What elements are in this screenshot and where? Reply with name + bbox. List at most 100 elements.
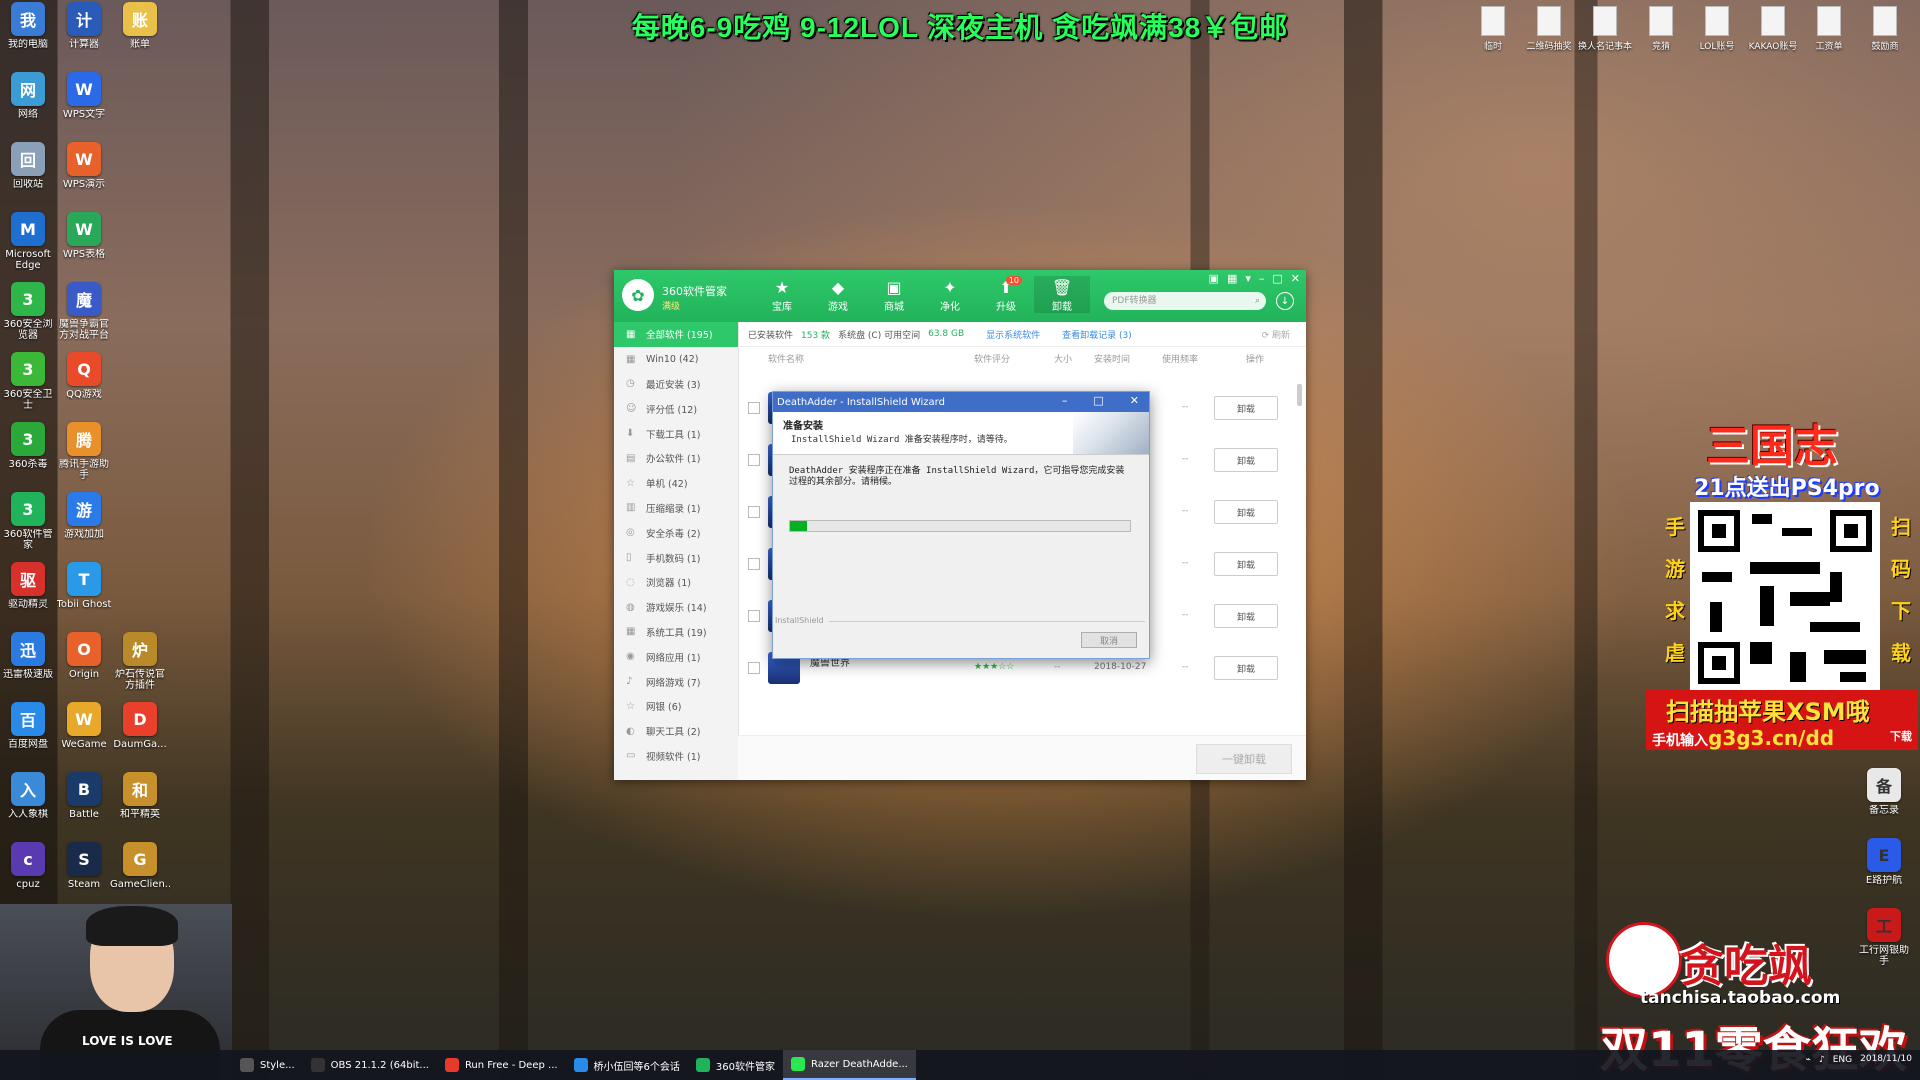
uninstall-button[interactable]: 卸载 <box>1214 656 1278 680</box>
desktop-icon[interactable]: 3 360软件管家 <box>0 492 56 562</box>
desktop-icon[interactable]: 账账单 <box>112 2 168 72</box>
uninstall-button[interactable]: 卸载 <box>1214 500 1278 524</box>
volume-tray-icon[interactable]: ♪ <box>1819 1055 1825 1065</box>
apps-icon[interactable]: ▦ <box>1227 272 1237 285</box>
download-icon[interactable]: ↓ <box>1276 292 1294 310</box>
skin-icon[interactable]: ▣ <box>1209 272 1219 285</box>
desktop-icon[interactable]: W WeGame <box>56 702 112 772</box>
column-header[interactable]: 软件评分 <box>974 352 1010 365</box>
desktop-icon[interactable]: 3 360安全浏览器 <box>0 282 56 352</box>
uninstall-history-link[interactable]: 查看卸载记录 (3) <box>1062 328 1132 341</box>
desktop-file[interactable]: 工资单 <box>1802 6 1856 52</box>
desktop-icon[interactable]: 腾腾讯手游助手 <box>56 422 112 492</box>
search-icon[interactable]: ⌕ <box>1255 292 1260 310</box>
show-system-software-link[interactable]: 显示系统软件 <box>986 328 1040 341</box>
column-header[interactable]: 操作 <box>1246 352 1264 365</box>
column-header[interactable]: 安装时间 <box>1094 352 1130 365</box>
sidebar-category[interactable]: ▦ Win10 (42) <box>614 347 738 372</box>
desktop-icon[interactable]: 魔魔兽争霸官方对战平台 <box>56 282 112 352</box>
desktop-icon[interactable]: O Origin <box>56 632 112 702</box>
menu-icon[interactable]: ▾ <box>1245 272 1251 285</box>
desktop-file[interactable]: 二维码抽奖 <box>1522 6 1576 52</box>
input-language[interactable]: ENG <box>1833 1055 1852 1065</box>
uninstall-button[interactable]: 卸载 <box>1214 448 1278 472</box>
cancel-button[interactable]: 取消 <box>1081 632 1137 648</box>
dialog-minimize-button[interactable]: – <box>1062 394 1068 407</box>
row-checkbox[interactable] <box>748 662 760 674</box>
list-scrollbar[interactable] <box>1297 384 1302 406</box>
refresh-button[interactable]: ⟳ 刷新 <box>1262 328 1290 341</box>
sidebar-category[interactable]: ◐ 聊天工具 (2) <box>614 719 738 744</box>
sidebar-category[interactable]: ▦ 系统工具 (19) <box>614 620 738 645</box>
desktop-icon[interactable]: c cpuz <box>0 842 56 912</box>
desktop-icon[interactable]: W WPS表格 <box>56 212 112 282</box>
sidebar-category[interactable]: ◎ 安全杀毒 (2) <box>614 520 738 545</box>
sidebar-category[interactable]: ▭ 视频软件 (1) <box>614 744 738 769</box>
desktop-icon[interactable]: 迅迅雷极速版 <box>0 632 56 702</box>
sidebar-category[interactable]: ☆ 单机 (42) <box>614 471 738 496</box>
sidebar-category[interactable]: ◉ 网络应用 (1) <box>614 644 738 669</box>
sidebar-category[interactable]: ▤ 办公软件 (1) <box>614 446 738 471</box>
uninstall-all-button[interactable]: 一键卸载 <box>1196 744 1292 774</box>
desktop-icon[interactable]: 回回收站 <box>0 142 56 212</box>
sidebar-category[interactable]: ◷ 最近安装 (3) <box>614 372 738 397</box>
tab-5[interactable]: 🗑 卸载 <box>1034 276 1090 313</box>
tab-0[interactable]: ★ 宝库 <box>754 276 810 314</box>
desktop-icon[interactable]: T Tobii Ghost <box>56 562 112 632</box>
column-header[interactable]: 大小 <box>1054 352 1072 365</box>
desktop-file[interactable]: 鼓励商 <box>1858 6 1912 52</box>
desktop-icon[interactable]: B Battle <box>56 772 112 842</box>
desktop-file[interactable]: LOL账号 <box>1690 6 1744 52</box>
search-input[interactable]: PDF转换器 ⌕ <box>1104 292 1266 310</box>
taskbar-app[interactable]: OBS 21.1.2 (64bit... <box>303 1050 437 1080</box>
desktop-icon[interactable]: 计计算器 <box>56 2 112 72</box>
sidebar-category[interactable]: ☆ 网银 (6) <box>614 694 738 719</box>
desktop-icon[interactable]: E E路护航 <box>1856 838 1912 908</box>
desktop-icon[interactable]: 和和平精英 <box>112 772 168 842</box>
desktop-icon[interactable]: W WPS演示 <box>56 142 112 212</box>
network-tray-icon[interactable]: ⌁ <box>1806 1055 1811 1065</box>
desktop-icon[interactable]: 3 360安全卫士 <box>0 352 56 422</box>
row-checkbox[interactable] <box>748 454 760 466</box>
row-checkbox[interactable] <box>748 506 760 518</box>
uninstall-button[interactable]: 卸载 <box>1214 604 1278 628</box>
dialog-close-button[interactable]: ✕ <box>1130 394 1139 407</box>
desktop-file[interactable]: 换人名记事本 <box>1578 6 1632 52</box>
desktop-file[interactable]: 临时 <box>1466 6 1520 52</box>
taskbar-app[interactable]: Razer DeathAdde... <box>783 1050 916 1080</box>
sidebar-category[interactable]: ◌ 浏览器 (1) <box>614 570 738 595</box>
taskbar-app[interactable]: Style... <box>232 1050 303 1080</box>
desktop-icon[interactable]: D DaumGa... <box>112 702 168 772</box>
desktop-icon[interactable]: 游游戏加加 <box>56 492 112 562</box>
desktop-file[interactable]: KAKAO账号 <box>1746 6 1800 52</box>
row-checkbox[interactable] <box>748 610 760 622</box>
desktop-icon[interactable]: G GameClien... <box>110 842 170 912</box>
minimize-button[interactable]: – <box>1259 272 1265 285</box>
row-checkbox[interactable] <box>748 558 760 570</box>
tab-2[interactable]: ▣ 商城 <box>866 276 922 314</box>
desktop-icon[interactable]: 炉炉石传说官方插件 <box>112 632 168 702</box>
sidebar-category[interactable]: ♪ 网络游戏 (7) <box>614 669 738 694</box>
tab-3[interactable]: ✦ 净化 <box>922 276 978 314</box>
desktop-icon[interactable]: 入入人象棋 <box>0 772 56 842</box>
desktop-icon[interactable]: 备备忘录 <box>1856 768 1912 838</box>
uninstall-button[interactable]: 卸载 <box>1214 396 1278 420</box>
desktop-icon[interactable]: Q QQ游戏 <box>56 352 112 422</box>
desktop-icon[interactable]: 3 360杀毒 <box>0 422 56 492</box>
row-checkbox[interactable] <box>748 402 760 414</box>
desktop-icon[interactable]: 百百度网盘 <box>0 702 56 772</box>
sidebar-category[interactable]: ▥ 压缩缩录 (1) <box>614 496 738 521</box>
column-header[interactable]: 软件名称 <box>768 352 804 365</box>
dialog-maximize-button[interactable]: □ <box>1093 394 1103 407</box>
maximize-button[interactable]: □ <box>1272 272 1282 285</box>
desktop-icon[interactable]: W WPS文字 <box>56 72 112 142</box>
taskbar-app[interactable]: Run Free - Deep ... <box>437 1050 566 1080</box>
tab-1[interactable]: ◆ 游戏 <box>810 276 866 314</box>
desktop-icon[interactable]: 我我的电脑 <box>0 2 56 72</box>
desktop-icon[interactable]: S Steam <box>56 842 112 912</box>
desktop-file[interactable]: 竞猜 <box>1634 6 1688 52</box>
taskbar-app[interactable]: 360软件管家 <box>688 1050 783 1080</box>
desktop-icon[interactable]: 驱驱动精灵 <box>0 562 56 632</box>
uninstall-button[interactable]: 卸载 <box>1214 552 1278 576</box>
sidebar-category[interactable]: ☺ 评分低 (12) <box>614 396 738 421</box>
